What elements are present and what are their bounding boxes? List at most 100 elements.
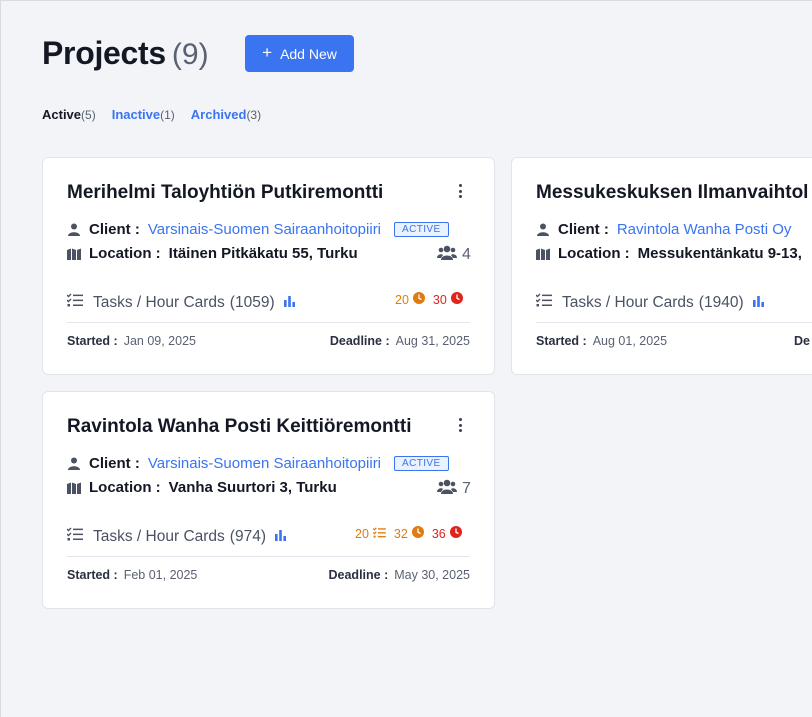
tab-label: Archived — [190, 107, 247, 122]
tab-count: (1) — [160, 108, 175, 122]
tasks-count: (1940) — [698, 293, 744, 311]
tab-active[interactable]: Active(5) — [42, 107, 96, 122]
more-options-icon[interactable] — [454, 184, 466, 198]
clock-icon — [449, 526, 462, 541]
add-new-button[interactable]: + Add New — [245, 35, 354, 72]
started-date: Feb 01, 2025 — [123, 568, 198, 582]
started-label: Started : — [67, 334, 118, 348]
tab-label: Inactive — [111, 107, 161, 122]
checklist-icon — [535, 293, 552, 312]
user-icon — [536, 223, 550, 237]
client-link[interactable]: Varsinais-Suomen Sairaanhoitopiiri — [148, 455, 381, 472]
checklist-icon — [66, 293, 83, 312]
bar-chart-icon[interactable] — [274, 528, 286, 546]
add-new-label: Add New — [280, 45, 337, 62]
stat-clock-red: 30 — [432, 292, 447, 307]
tasks-row[interactable]: Tasks / Hour Cards (1059) — [66, 293, 295, 312]
client-row: Client : Ravintola Wanha Posti Oy — [536, 221, 791, 238]
team-members[interactable]: 4 — [437, 245, 471, 265]
dates-row: Started : Aug 01, 2025 De — [536, 334, 810, 348]
client-label: Client : — [558, 221, 609, 238]
location-row: Location : Itäinen Pitkäkatu 55, Turku — [67, 245, 358, 262]
clock-icon — [411, 526, 424, 541]
project-title[interactable]: Messukeskuksen Ilmanvaihtol — [536, 182, 808, 204]
clock-icon — [412, 292, 425, 307]
stats-row: 20 32 36 — [355, 526, 462, 541]
checklist-icon — [66, 527, 83, 546]
tab-inactive[interactable]: Inactive(1) — [112, 107, 175, 122]
checklist-icon — [372, 526, 386, 541]
project-count: (9) — [171, 38, 209, 71]
users-icon — [437, 479, 457, 499]
tasks-count: (974) — [229, 527, 266, 545]
location-label: Location : — [558, 245, 630, 262]
stat-clock-orange: 32 — [393, 526, 408, 541]
team-count: 7 — [462, 480, 471, 497]
started-date: Aug 01, 2025 — [592, 334, 668, 348]
tab-archived[interactable]: Archived(3) — [191, 107, 261, 122]
dates-row: Started : Feb 01, 2025 Deadline : May 30, … — [67, 568, 470, 582]
client-label: Client : — [89, 221, 140, 238]
client-link[interactable]: Varsinais-Suomen Sairaanhoitopiiri — [148, 221, 381, 238]
user-icon — [67, 223, 81, 237]
tab-count: (5) — [81, 108, 96, 122]
tab-label: Active — [42, 107, 82, 122]
tasks-label: Tasks / Hour Cards — [93, 527, 225, 545]
dates-row: Started : Jan 09, 2025 Deadline : Aug 31, … — [67, 334, 470, 348]
bar-chart-icon[interactable] — [283, 294, 295, 312]
page-header: Projects (9) — [42, 35, 209, 72]
divider — [67, 322, 470, 323]
user-icon — [67, 457, 81, 471]
deadline-label: Deadline : — [329, 334, 390, 348]
started-label: Started : — [67, 568, 118, 582]
location-row: Location : Vanha Suurtori 3, Turku — [67, 479, 337, 496]
tasks-label: Tasks / Hour Cards — [562, 293, 694, 311]
more-options-icon[interactable] — [454, 418, 466, 432]
client-link[interactable]: Ravintola Wanha Posti Oy — [617, 221, 792, 238]
started-date: Jan 09, 2025 — [123, 334, 196, 348]
project-title[interactable]: Ravintola Wanha Posti Keittiöremontti — [67, 416, 412, 438]
divider — [67, 556, 470, 557]
client-row: Client : Varsinais-Suomen Sairaanhoitopi… — [67, 221, 449, 238]
tab-count: (3) — [246, 108, 262, 122]
team-count: 4 — [462, 246, 471, 263]
users-icon — [437, 245, 457, 265]
client-label: Client : — [89, 455, 140, 472]
client-row: Client : Varsinais-Suomen Sairaanhoitopi… — [67, 455, 449, 472]
tasks-label: Tasks / Hour Cards — [93, 293, 225, 311]
plus-icon: + — [262, 43, 273, 62]
team-members[interactable]: 7 — [437, 479, 471, 499]
clock-icon — [450, 292, 463, 307]
stat-tasks-orange: 20 — [355, 526, 369, 541]
stat-clock-orange: 20 — [395, 292, 409, 307]
project-card[interactable]: Merihelmi Taloyhtiön Putkiremontti Clien… — [42, 157, 495, 375]
status-tabs: Active(5) Inactive(1) Archived(3) — [42, 107, 261, 122]
project-card[interactable]: Ravintola Wanha Posti Keittiöremontti Cl… — [42, 391, 495, 609]
location-row: Location : Messukentänkatu 9-13, — [536, 245, 802, 262]
started-label: Started : — [536, 334, 587, 348]
status-badge: ACTIVE — [394, 456, 449, 471]
tasks-row[interactable]: Tasks / Hour Cards (974) — [66, 527, 286, 546]
location-label: Location : — [89, 479, 161, 496]
project-title[interactable]: Merihelmi Taloyhtiön Putkiremontti — [67, 182, 383, 204]
location-value: Vanha Suurtori 3, Turku — [168, 479, 337, 496]
deadline-label: De — [794, 334, 810, 348]
location-value: Messukentänkatu 9-13, — [637, 245, 802, 262]
map-icon — [67, 481, 81, 495]
deadline-date: Aug 31, 2025 — [395, 334, 470, 348]
divider — [536, 322, 812, 323]
stat-clock-red: 36 — [431, 526, 446, 541]
project-card[interactable]: Messukeskuksen Ilmanvaihtol Client : Rav… — [511, 157, 812, 375]
deadline-label: Deadline : — [328, 568, 389, 582]
location-label: Location : — [89, 245, 161, 262]
tasks-count: (1059) — [229, 293, 275, 311]
page-title: Projects — [42, 35, 166, 71]
location-value: Itäinen Pitkäkatu 55, Turku — [168, 245, 358, 262]
status-badge: ACTIVE — [394, 222, 449, 237]
deadline-date: May 30, 2025 — [394, 568, 470, 582]
map-icon — [536, 247, 550, 261]
tasks-row[interactable]: Tasks / Hour Cards (1940) — [535, 293, 764, 312]
stats-row: 20 30 — [395, 292, 463, 307]
map-icon — [67, 247, 81, 261]
bar-chart-icon[interactable] — [752, 294, 764, 312]
